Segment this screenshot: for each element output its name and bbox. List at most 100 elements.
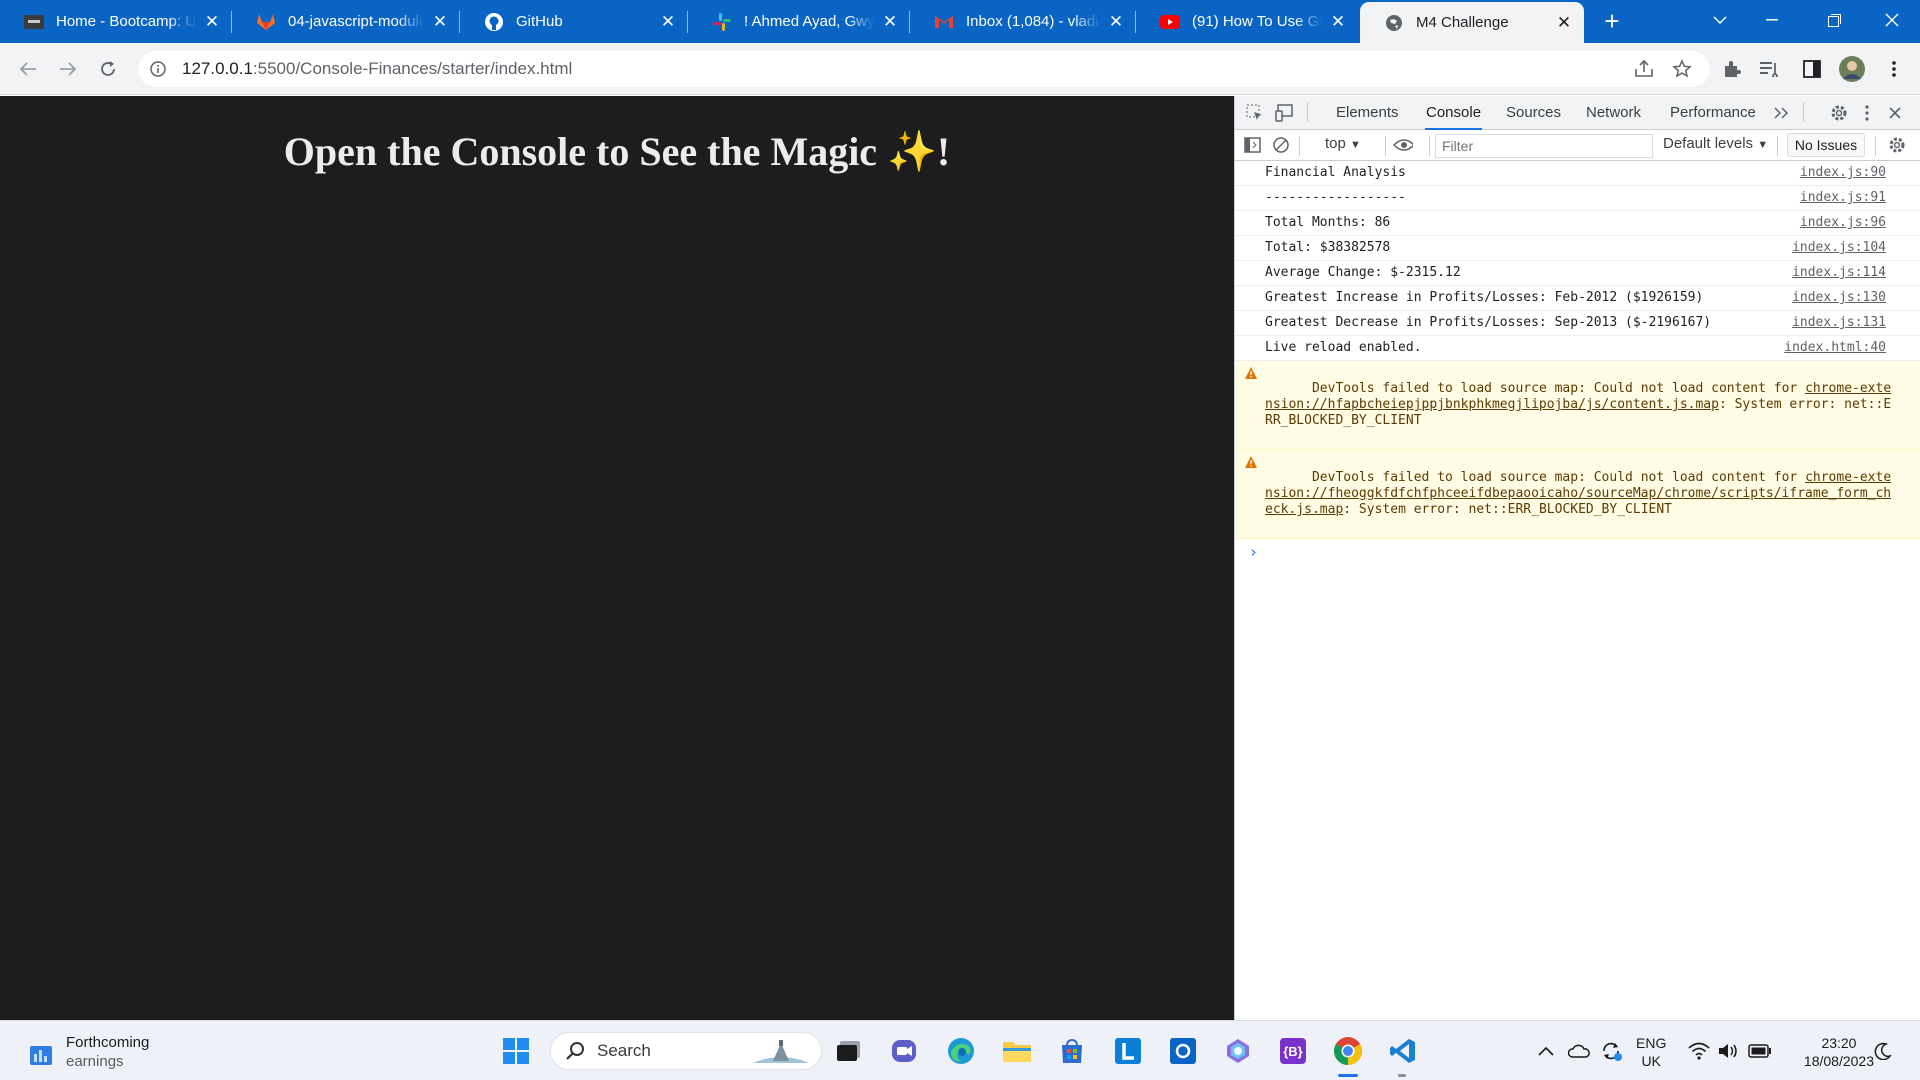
tab-bootcamp[interactable]: Home - Bootcamp: UI ✕ <box>0 0 232 43</box>
tab-title: Home - Bootcamp: UI <box>56 13 196 30</box>
volume-icon[interactable] <box>1718 1021 1740 1080</box>
taskbar-search[interactable]: Search <box>550 1032 822 1070</box>
close-icon[interactable]: ✕ <box>1328 12 1348 32</box>
device-toolbar-icon[interactable] <box>1275 103 1295 123</box>
youtube-icon <box>1160 12 1180 32</box>
wifi-icon[interactable] <box>1688 1021 1710 1080</box>
tab-youtube[interactable]: (91) How To Use GitHub ✕ <box>1136 0 1358 43</box>
close-icon[interactable]: ✕ <box>202 12 222 32</box>
log-source-link[interactable]: index.js:131 <box>1792 315 1886 331</box>
console-toolbar: top ▼ Default levels ▼ No Issues <box>1235 130 1920 161</box>
language-indicator[interactable]: ENG UK <box>1636 1034 1666 1070</box>
tab-slack[interactable]: ! Ahmed Ayad, Gwyneth ✕ <box>688 0 910 43</box>
system-clock[interactable]: 23:20 18/08/2023 <box>1804 1034 1874 1070</box>
new-tab-button[interactable]: + <box>1598 8 1626 36</box>
sidebar-toggle-icon[interactable] <box>1243 135 1263 155</box>
tab-github[interactable]: GitHub ✕ <box>460 0 688 43</box>
chrome-menu-icon[interactable] <box>1880 55 1908 83</box>
tab-gitlab[interactable]: 04-javascript-module ✕ <box>232 0 460 43</box>
teams-chat-icon[interactable] <box>887 1033 923 1069</box>
log-source-link[interactable]: index.js:114 <box>1792 265 1886 281</box>
tray-overflow-chevron-icon[interactable] <box>1538 1021 1554 1080</box>
live-expression-eye-icon[interactable] <box>1393 135 1413 155</box>
outlook-icon[interactable] <box>1165 1033 1201 1069</box>
running-app-indicator <box>1398 1074 1406 1077</box>
devtools-menu-icon[interactable] <box>1857 103 1877 123</box>
log-message: Greatest Decrease in Profits/Losses: Sep… <box>1265 315 1712 330</box>
close-devtools-icon[interactable] <box>1885 103 1905 123</box>
reload-button[interactable] <box>94 55 122 83</box>
copilot-icon[interactable] <box>1220 1033 1256 1069</box>
settings-gear-icon[interactable] <box>1829 103 1849 123</box>
close-window-button[interactable] <box>1866 0 1918 40</box>
console-filter-input[interactable] <box>1435 134 1653 158</box>
tab-title: ! Ahmed Ayad, Gwyneth <box>744 13 874 30</box>
side-panel-icon[interactable] <box>1798 55 1826 83</box>
vscode-icon[interactable] <box>1385 1033 1421 1069</box>
tab-m4-challenge[interactable]: M4 Challenge ✕ <box>1360 2 1584 43</box>
tab-network[interactable]: Network <box>1585 96 1642 130</box>
reading-list-icon[interactable] <box>1756 55 1784 83</box>
share-icon[interactable] <box>1630 55 1658 83</box>
clock-date: 18/08/2023 <box>1803 1053 1874 1069</box>
log-source-link[interactable]: index.js:91 <box>1800 190 1886 206</box>
tab-console[interactable]: Console <box>1425 96 1483 130</box>
minimize-button[interactable] <box>1746 0 1798 40</box>
stock-widget[interactable]: Forthcoming earnings <box>28 1033 149 1071</box>
active-app-indicator <box>1338 1074 1358 1077</box>
close-icon[interactable]: ✕ <box>1106 12 1126 32</box>
onedrive-cloud-icon[interactable] <box>1568 1021 1590 1080</box>
tab-performance[interactable]: Performance <box>1669 96 1757 130</box>
tab-search-chevron-icon[interactable] <box>1694 0 1746 40</box>
close-icon[interactable]: ✕ <box>880 12 900 32</box>
windows-taskbar: Forthcoming earnings Search {B} ENG UK 2… <box>0 1020 1920 1080</box>
close-icon[interactable]: ✕ <box>1554 13 1574 33</box>
quiet-hours-moon-icon[interactable] <box>1874 1021 1892 1080</box>
search-highlight-illustration-icon <box>753 1040 809 1063</box>
context-selector[interactable]: top ▼ <box>1325 135 1361 152</box>
log-levels-dropdown[interactable]: Default levels ▼ <box>1663 135 1768 152</box>
issues-button[interactable]: No Issues <box>1787 133 1865 157</box>
log-source-link[interactable]: index.js:104 <box>1792 240 1886 256</box>
console-prompt[interactable]: › <box>1235 539 1920 561</box>
bootstrap-studio-icon[interactable]: {B} <box>1275 1033 1311 1069</box>
bookmark-star-icon[interactable] <box>1668 55 1696 83</box>
tab-title: GitHub <box>516 13 563 30</box>
close-icon[interactable]: ✕ <box>430 12 450 32</box>
log-source-link[interactable]: index.html:40 <box>1784 340 1886 356</box>
l-app-icon[interactable] <box>1110 1033 1146 1069</box>
battery-icon[interactable] <box>1748 1021 1772 1080</box>
forward-button[interactable] <box>54 55 82 83</box>
chrome-icon[interactable] <box>1330 1033 1366 1069</box>
log-source-link[interactable]: index.js:130 <box>1792 290 1886 306</box>
edge-browser-icon[interactable] <box>943 1033 979 1069</box>
devtools-panel: Elements Console Sources Network Perform… <box>1234 96 1920 1020</box>
address-bar[interactable]: 127.0.0.1:5500/Console-Finances/starter/… <box>138 51 1710 87</box>
back-button[interactable] <box>14 55 42 83</box>
more-tabs-icon[interactable] <box>1771 103 1791 123</box>
log-source-link[interactable]: index.js:90 <box>1800 165 1886 181</box>
extensions-icon[interactable] <box>1718 55 1746 83</box>
warning-icon <box>1245 367 1257 379</box>
start-button[interactable] <box>498 1033 534 1069</box>
console-log-row: Greatest Decrease in Profits/Losses: Sep… <box>1235 311 1920 336</box>
sync-icon[interactable] <box>1600 1021 1622 1080</box>
page-heading: Open the Console to See the Magic ✨! <box>283 129 951 174</box>
microsoft-store-icon[interactable] <box>1054 1033 1090 1069</box>
tab-sources[interactable]: Sources <box>1505 96 1562 130</box>
inspect-element-icon[interactable] <box>1245 103 1265 123</box>
file-explorer-icon[interactable] <box>999 1033 1035 1069</box>
clear-console-icon[interactable] <box>1271 135 1291 155</box>
search-icon <box>566 1042 584 1060</box>
restore-button[interactable] <box>1808 0 1860 40</box>
avatar[interactable] <box>1838 55 1866 83</box>
warning-icon <box>1245 456 1257 468</box>
tab-elements[interactable]: Elements <box>1335 96 1400 130</box>
console-settings-gear-icon[interactable] <box>1887 135 1907 155</box>
log-message: Total Months: 86 <box>1265 215 1391 230</box>
site-info-icon[interactable] <box>148 59 168 79</box>
task-view-icon[interactable] <box>831 1033 867 1069</box>
log-source-link[interactable]: index.js:96 <box>1800 215 1886 231</box>
tab-gmail[interactable]: Inbox (1,084) - vladimir ✕ <box>910 0 1136 43</box>
close-icon[interactable]: ✕ <box>658 12 678 32</box>
